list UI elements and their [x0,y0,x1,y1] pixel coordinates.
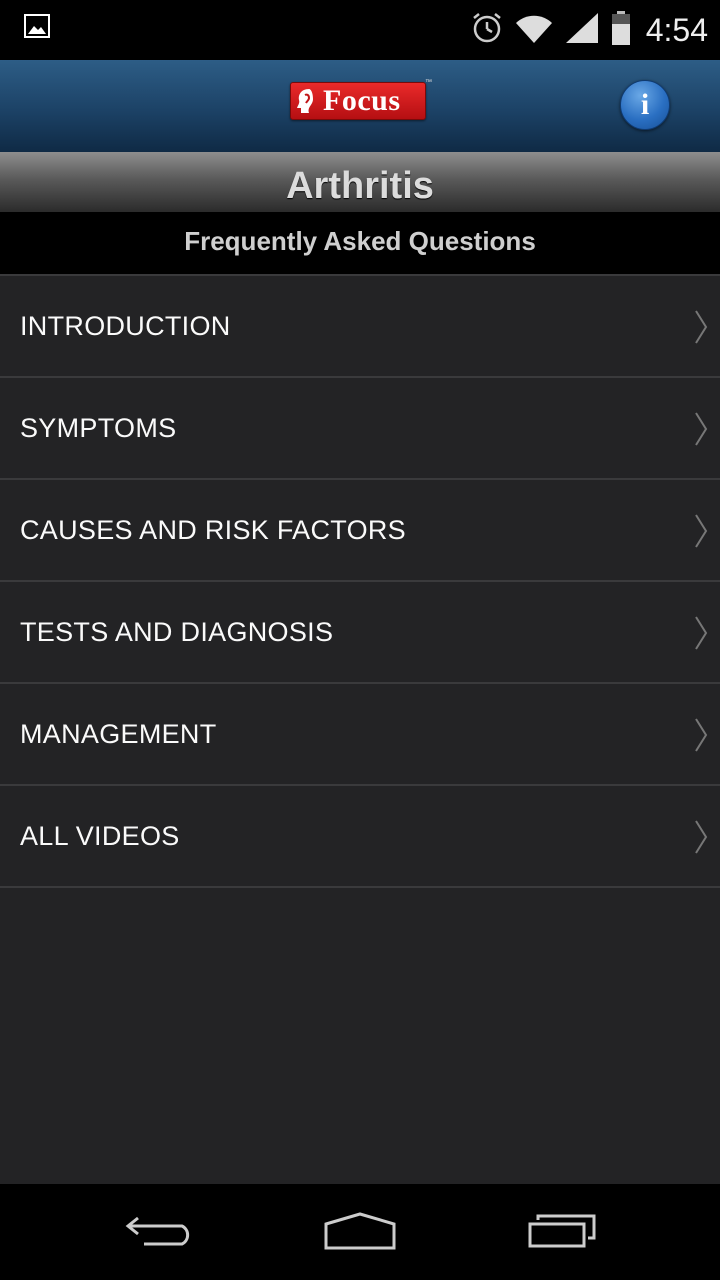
logo-text: Focus [323,84,401,117]
image-notification-icon [24,14,50,43]
logo-head-icon [295,87,319,120]
alarm-icon [470,11,504,50]
system-nav-bar [0,1184,720,1280]
back-icon[interactable] [124,1210,196,1255]
menu-item-tests[interactable]: TESTS AND DIAGNOSIS [0,580,720,682]
menu-item-label: SYMPTOMS [20,413,177,443]
recents-icon[interactable] [526,1210,598,1255]
chevron-right-icon [694,819,708,860]
page-subtitle: Frequently Asked Questions [184,226,536,256]
signal-icon [564,11,600,50]
chevron-right-icon [694,615,708,656]
chevron-right-icon [694,717,708,758]
chevron-right-icon [694,513,708,554]
status-time: 4:54 [645,11,708,48]
menu-item-causes[interactable]: CAUSES AND RISK FACTORS [0,478,720,580]
info-button[interactable]: i [620,80,670,130]
home-icon[interactable] [322,1210,398,1255]
battery-icon [610,10,632,51]
menu-item-label: ALL VIDEOS [20,821,180,851]
menu-item-label: INTRODUCTION [20,311,231,341]
wifi-icon [514,11,554,50]
focus-logo: Focus [290,82,426,120]
menu-item-all-videos[interactable]: ALL VIDEOS [0,784,720,888]
app-header: Focus ™ i [0,60,720,153]
title-band: Arthritis [0,152,720,212]
menu-item-symptoms[interactable]: SYMPTOMS [0,376,720,478]
subtitle-band: Frequently Asked Questions [0,212,720,274]
chevron-right-icon [694,411,708,452]
trademark-mark: ™ [425,79,432,86]
menu-item-label: CAUSES AND RISK FACTORS [20,515,406,545]
status-bar: 4:54 [0,0,720,60]
page-title: Arthritis [286,165,434,207]
faq-menu-list: INTRODUCTION SYMPTOMS CAUSES AND RISK FA… [0,274,720,888]
menu-item-label: MANAGEMENT [20,719,217,749]
menu-item-label: TESTS AND DIAGNOSIS [20,617,334,647]
menu-item-introduction[interactable]: INTRODUCTION [0,274,720,376]
menu-item-management[interactable]: MANAGEMENT [0,682,720,784]
chevron-right-icon [694,309,708,350]
